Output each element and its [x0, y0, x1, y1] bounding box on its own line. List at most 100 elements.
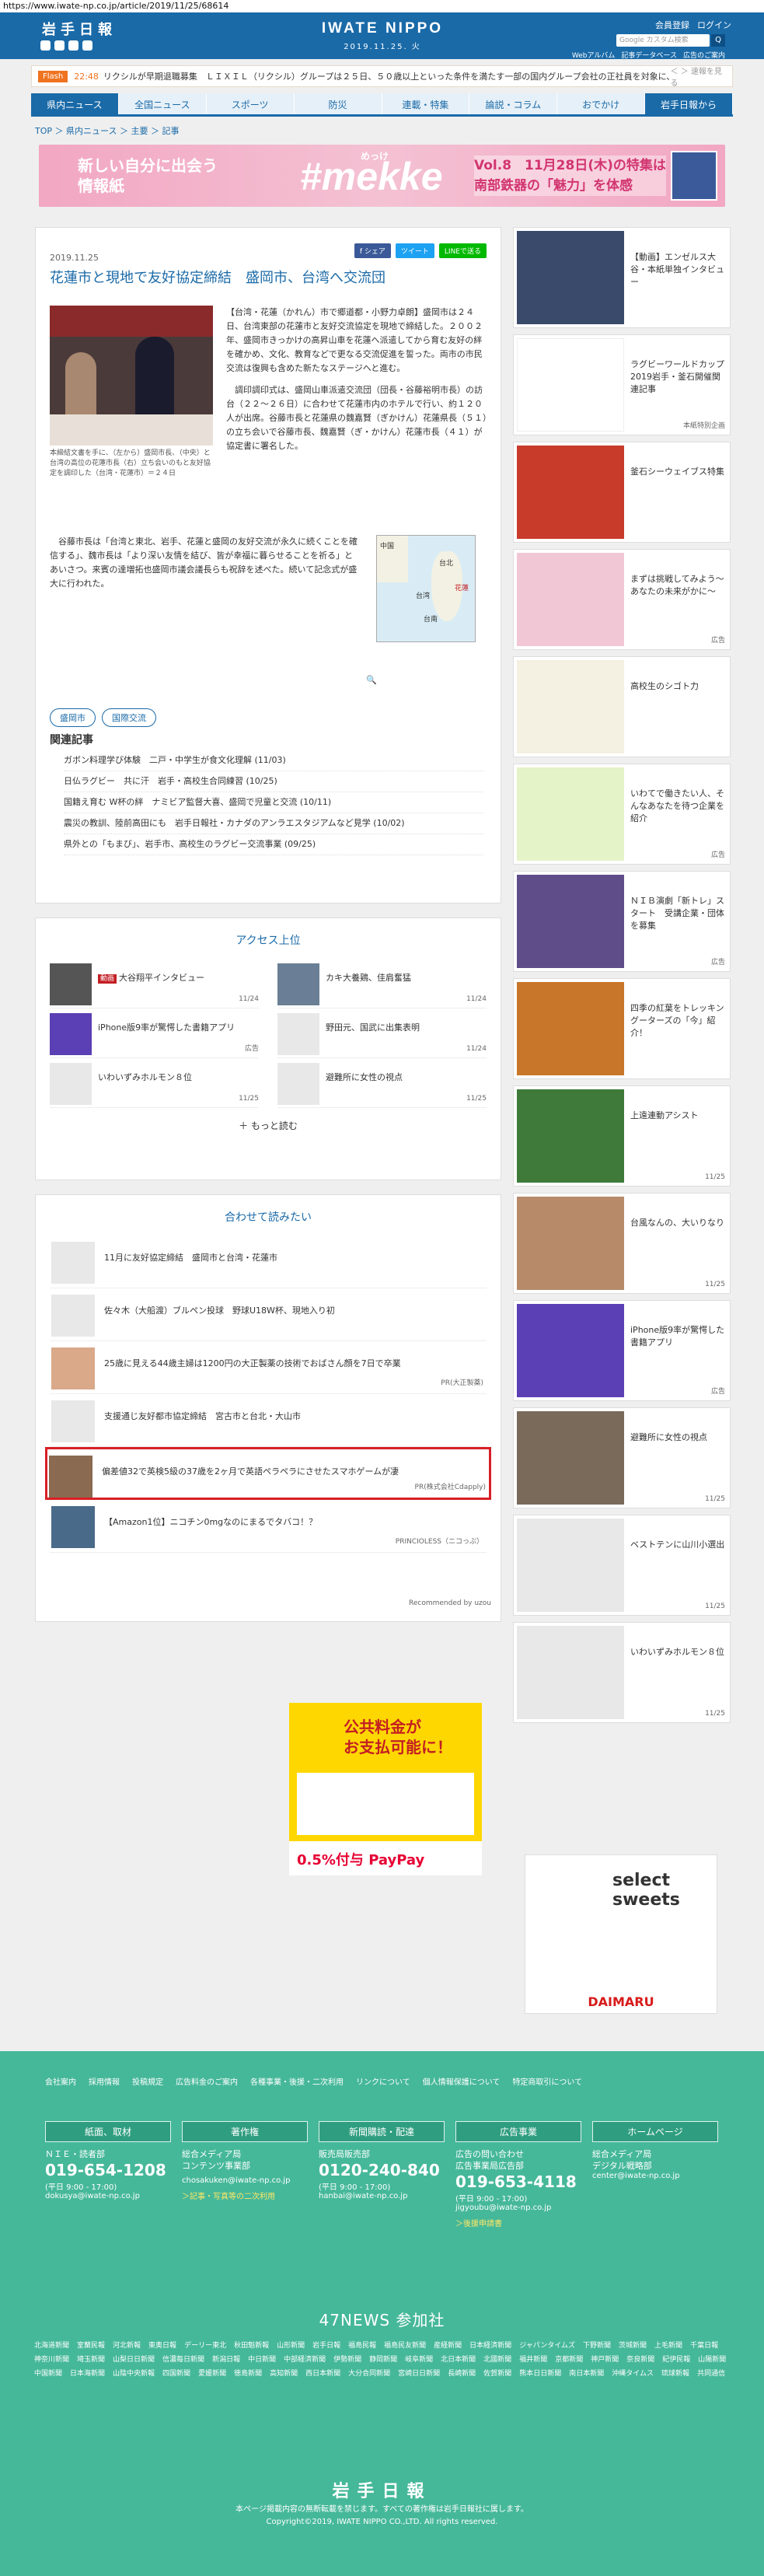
sidebar-item[interactable]: いわいずみホルモン８位 11/25: [513, 1622, 731, 1723]
footer-link[interactable]: 会社案内: [45, 2076, 76, 2090]
address-bar[interactable]: https://www.iwate-np.co.jp/article/2019/…: [0, 0, 764, 12]
news47-member[interactable]: 神戸新聞: [591, 2353, 619, 2367]
nav-from-iwate-nippo[interactable]: 岩手日報から: [645, 93, 733, 114]
contact-email[interactable]: jigyoubu@iwate-np.co.jp: [455, 2204, 581, 2212]
phone-number[interactable]: 019-654-1208: [45, 2160, 171, 2180]
news47-member[interactable]: 岩手日報: [312, 2339, 340, 2353]
footer-link[interactable]: リンクについて: [356, 2076, 410, 2090]
nav-series[interactable]: 連載・特集: [382, 93, 470, 114]
access-item[interactable]: 野田元、国武に出集表明 11/24: [277, 1008, 487, 1058]
news47-member[interactable]: 伊勢新聞: [333, 2353, 361, 2367]
news47-member[interactable]: ジャパンタイムズ: [519, 2339, 575, 2353]
news47-member[interactable]: 北國新聞: [483, 2353, 511, 2367]
tag-international[interactable]: 国際交流: [102, 708, 156, 727]
news47-member[interactable]: 琉球新報: [661, 2367, 689, 2381]
breadcrumb[interactable]: TOP ＞ 県内ニュース ＞ 主要 ＞ 記事: [35, 124, 729, 137]
news47-member[interactable]: 東奥日報: [148, 2339, 176, 2353]
news47-member[interactable]: 千葉日報: [690, 2339, 718, 2353]
contact-extra-link[interactable]: ＞記事・写真等の二次利用: [182, 2190, 308, 2201]
access-item[interactable]: いわいずみホルモン８位 11/25: [50, 1058, 259, 1108]
news47-member[interactable]: 宮崎日日新聞: [398, 2367, 440, 2381]
nav-sports[interactable]: スポーツ: [206, 93, 295, 114]
sidebar-item[interactable]: ラグビーワールドカップ2019岩手・釜石開催関連記事 本紙特別企画: [513, 334, 731, 435]
news47-member[interactable]: 徳島新聞: [234, 2367, 262, 2381]
news47-member[interactable]: 産経新聞: [434, 2339, 462, 2353]
news47-member[interactable]: 長崎新聞: [448, 2367, 476, 2381]
news47-member[interactable]: 四国新聞: [162, 2367, 190, 2381]
login-link[interactable]: ログイン: [697, 19, 731, 31]
news47-member[interactable]: 新潟日報: [212, 2353, 240, 2367]
access-item[interactable]: 動画 大谷翔平インタビュー 11/24: [50, 959, 259, 1008]
search-input[interactable]: Google カスタム検索: [616, 34, 710, 47]
mekke-banner[interactable]: 新しい自分に出会う 情報紙 #mekke めっけ Vol.8 11月28日(木)の特…: [39, 145, 725, 207]
news47-member[interactable]: 埼玉新聞: [77, 2353, 105, 2367]
member-register-link[interactable]: 会員登録: [655, 19, 689, 31]
read-item[interactable]: 11月に友好協定締結 盛岡市と台湾・花蓮市: [50, 1236, 487, 1288]
news47-member[interactable]: 北海道新聞: [34, 2339, 69, 2353]
news47-member[interactable]: 山陽新聞: [698, 2353, 726, 2367]
footer-link[interactable]: 個人情報保護について: [423, 2076, 501, 2090]
news47-member[interactable]: 室蘭民報: [77, 2339, 105, 2353]
access-item[interactable]: カキ大養鶏、佳肩奮猛 11/24: [277, 959, 487, 1008]
news47-member[interactable]: 上毛新聞: [654, 2339, 682, 2353]
sidebar-item[interactable]: 高校生のシゴト力: [513, 656, 731, 757]
phone-number[interactable]: 019-653-4118: [455, 2172, 581, 2192]
taiwan-map[interactable]: 中国 台湾 台北 花蓮 台南: [376, 535, 476, 642]
read-item[interactable]: 佐々木（大船渡）ブルペン投球 野球U18W杯、現地入り初: [50, 1288, 487, 1341]
news47-member[interactable]: 共同通信: [697, 2367, 725, 2381]
footer-link[interactable]: 各種事業・後援・二次利用: [250, 2076, 344, 2090]
footer-link[interactable]: 採用情報: [89, 2076, 120, 2090]
sidebar-item[interactable]: 避難所に女性の視点 11/25: [513, 1407, 731, 1508]
news47-member[interactable]: デーリー東北: [184, 2339, 226, 2353]
footer-link[interactable]: 広告料金のご案内: [176, 2076, 238, 2090]
tag-morioka[interactable]: 盛岡市: [50, 708, 96, 727]
contact-email[interactable]: hanbai@iwate-np.co.jp: [319, 2192, 445, 2200]
sidebar-item[interactable]: 上遠連動アシスト 11/25: [513, 1085, 731, 1187]
facebook-share-button[interactable]: f シェア: [354, 243, 391, 258]
footer-link[interactable]: 投稿規定: [132, 2076, 163, 2090]
site-logo[interactable]: 岩手日報: [42, 19, 117, 39]
access-item[interactable]: 避難所に女性の視点 11/25: [277, 1058, 487, 1108]
news47-member[interactable]: 山形新聞: [277, 2339, 305, 2353]
zoom-icon[interactable]: 🔍: [366, 675, 377, 685]
news47-member[interactable]: 秋田魁新報: [234, 2339, 269, 2353]
related-item[interactable]: 県外との「もまび」、岩手市、高校生のラグビー交流事業 (09/25): [64, 834, 483, 855]
news47-member[interactable]: 西日本新聞: [305, 2367, 340, 2381]
nav-column[interactable]: 論説・コラム: [469, 93, 558, 114]
news47-member[interactable]: 高知新聞: [270, 2367, 298, 2381]
news47-member[interactable]: 南日本新聞: [569, 2367, 604, 2381]
news47-member[interactable]: 愛媛新聞: [198, 2367, 226, 2381]
header-link-database[interactable]: 記事データベース: [621, 50, 677, 60]
news47-member[interactable]: 福井新聞: [519, 2353, 547, 2367]
news47-member[interactable]: 奈良新聞: [626, 2353, 654, 2367]
read-item[interactable]: 25歳に見える44歳主婦は1200円の大正製薬の技術でおばさん顔を7日で卒業 PR…: [50, 1341, 487, 1394]
contact-extra-link[interactable]: ＞後援申請書: [455, 2217, 581, 2228]
sidebar-item[interactable]: ＮＩＢ演劇「新トレ」スタート 受講企業・団体を募集 広告: [513, 871, 731, 972]
recommended-by[interactable]: Recommended by uzou: [409, 1599, 491, 1607]
nav-national-news[interactable]: 全国ニュース: [118, 93, 207, 114]
news47-member[interactable]: 中部経済新聞: [284, 2353, 326, 2367]
news47-member[interactable]: 紀伊民報: [662, 2353, 690, 2367]
sidebar-item[interactable]: 【動画】エンゼルス大谷・本紙単独インタビュー: [513, 227, 731, 328]
news47-member[interactable]: 大分合同新聞: [348, 2367, 390, 2381]
news47-member[interactable]: 佐賀新聞: [483, 2367, 511, 2381]
news47-member[interactable]: 沖縄タイムス: [612, 2367, 654, 2381]
news47-member[interactable]: 静岡新聞: [369, 2353, 397, 2367]
facebook-icon[interactable]: [54, 40, 65, 51]
contact-email[interactable]: center@iwate-np.co.jp: [592, 2172, 718, 2180]
header-link-album[interactable]: Webアルバム: [572, 50, 616, 60]
related-item[interactable]: 日仏ラグビー 共に汗 岩手・高校生合同練習 (10/25): [64, 771, 483, 792]
news47-member[interactable]: 山陰中央新報: [113, 2367, 155, 2381]
news47-member[interactable]: 日本経済新聞: [469, 2339, 511, 2353]
news47-member[interactable]: 山梨日日新聞: [113, 2353, 155, 2367]
daimaru-ad[interactable]: select sweets DAIMARU: [525, 1854, 717, 2014]
news47-member[interactable]: 下野新聞: [583, 2339, 611, 2353]
paypay-ad[interactable]: 公共料金が お支払可能に！ 0.5%付与 PayPay: [289, 1703, 482, 1875]
sidebar-item[interactable]: まずは挑戦してみよう～あなたの未来がかに～ 広告: [513, 549, 731, 650]
sidebar-item[interactable]: いわてで働きたい人、そんなあなたを待つ企業を紹介 広告: [513, 764, 731, 865]
news47-member[interactable]: 日本海新聞: [70, 2367, 105, 2381]
news47-member[interactable]: 京都新聞: [555, 2353, 583, 2367]
flash-controls[interactable]: ＜ ＞ 速報を見る: [671, 65, 726, 88]
footer-logo[interactable]: 岩手日報: [0, 2477, 764, 2502]
instagram-icon[interactable]: [82, 40, 92, 51]
